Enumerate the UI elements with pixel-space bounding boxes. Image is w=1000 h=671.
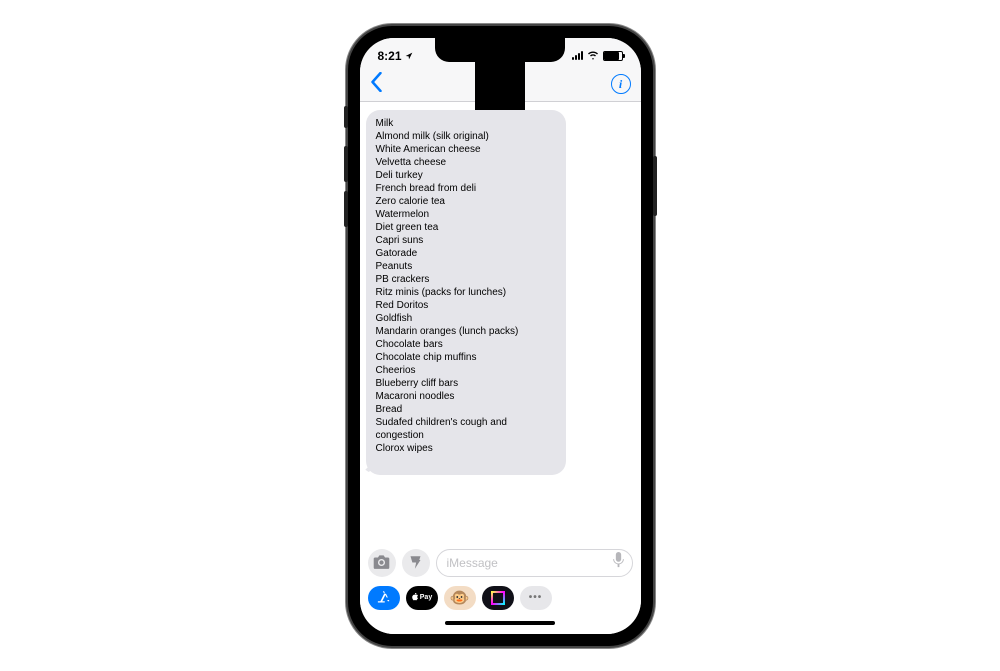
camera-button[interactable] [368, 549, 396, 577]
volume-up-button[interactable] [344, 146, 348, 182]
compose-bar: iMessage [360, 544, 641, 582]
home-indicator[interactable] [445, 621, 555, 625]
emoji-tray-icon[interactable]: 🐵 [444, 586, 476, 610]
signal-icon [572, 51, 583, 60]
power-button[interactable] [653, 156, 657, 216]
app-tray: Pay 🐵 ••• [360, 582, 641, 612]
home-indicator-area [360, 612, 641, 634]
battery-icon [603, 51, 623, 61]
volume-down-button[interactable] [344, 191, 348, 227]
wifi-icon [587, 49, 599, 63]
received-message-bubble[interactable]: Milk Almond milk (silk original) White A… [366, 110, 566, 475]
app-store-tray-icon[interactable] [368, 586, 400, 610]
more-tray-button[interactable]: ••• [520, 586, 552, 610]
back-button[interactable] [370, 72, 383, 97]
message-input[interactable]: iMessage [436, 549, 633, 577]
apple-pay-label: Pay [420, 594, 432, 601]
app-tray-icon[interactable] [482, 586, 514, 610]
microphone-icon[interactable] [613, 552, 624, 573]
apps-button[interactable] [402, 549, 430, 577]
contact-redaction [475, 38, 525, 110]
status-right [572, 49, 623, 63]
status-time: 8:21 [378, 49, 402, 63]
screen: 8:21 i [360, 38, 641, 634]
phone-frame: 8:21 i [348, 26, 653, 646]
apple-pay-tray-icon[interactable]: Pay [406, 586, 438, 610]
message-list[interactable]: Milk Almond milk (silk original) White A… [360, 102, 641, 544]
info-button[interactable]: i [611, 74, 631, 94]
status-left: 8:21 [378, 49, 413, 63]
apple-logo-icon [411, 593, 420, 603]
location-icon [405, 49, 413, 63]
input-placeholder: iMessage [447, 556, 498, 570]
mute-switch[interactable] [344, 106, 348, 128]
